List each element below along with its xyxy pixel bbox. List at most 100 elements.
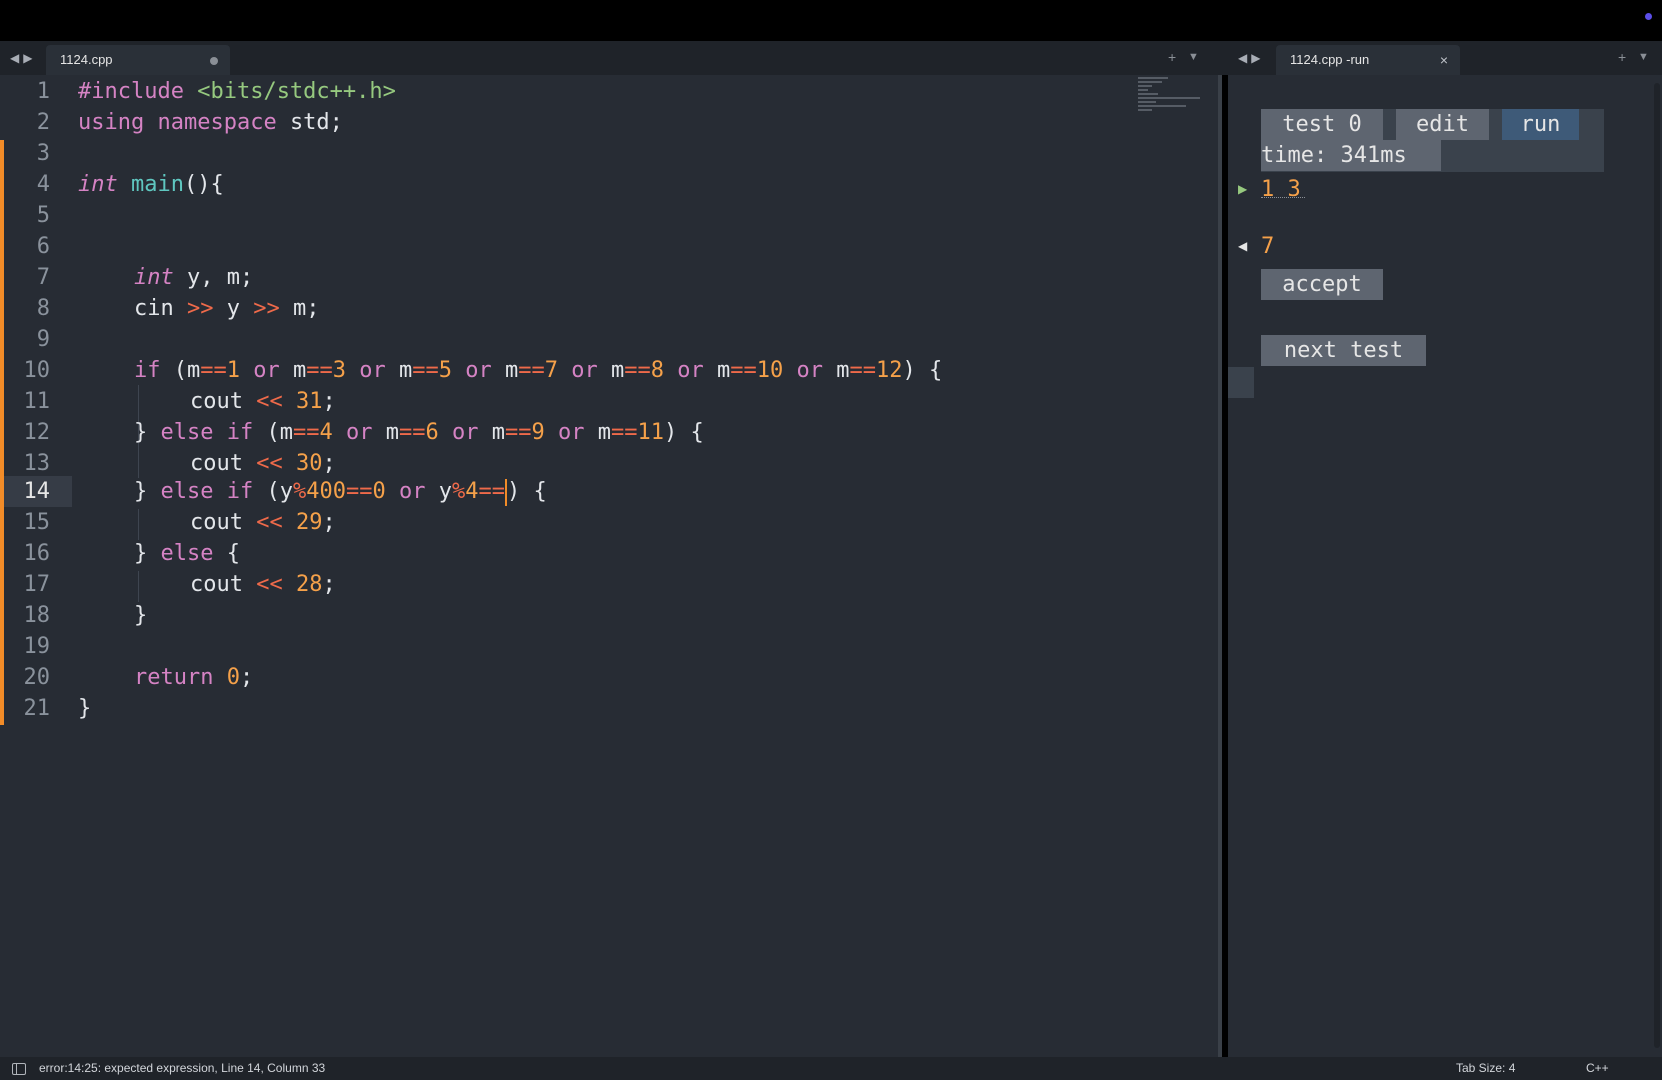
edit-button[interactable]: edit [1396,109,1489,140]
code-token: cout [190,510,257,535]
syntax-selector[interactable]: C++ [1586,1057,1609,1080]
run-tab-label: 1124.cpp -run [1290,52,1370,67]
indent-guide [138,447,139,478]
code-token: 11 [637,420,664,445]
status-message: error:14:25: expected expression, Line 1… [39,1061,326,1075]
code-token: else if [160,479,254,504]
code-editor[interactable]: 1 2 3 4 5 6 7 8 9 10 11 12 13 14 15 16 1… [0,75,1218,1057]
code-token: 6 [425,420,439,445]
line-number: 18 [23,603,51,628]
code-token: ; [322,389,336,414]
line-number-gutter: 1 2 3 4 5 6 7 8 9 10 11 12 13 14 15 16 1… [0,75,72,1057]
tab-1124-cpp[interactable]: 1124.cpp [46,45,230,75]
input-underline [1261,197,1305,198]
code-token: { [213,541,240,566]
accept-button[interactable]: accept [1261,269,1383,300]
test-input[interactable]: 1 3 [1261,174,1301,205]
run-tab-dropdown-icon[interactable]: ▼ [1638,51,1649,63]
output-arrow-icon: ◀ [1238,239,1248,253]
code-token: m [597,358,625,383]
line-number: 3 [36,141,50,166]
code-token: 0 [226,665,240,690]
code-token: 10 [756,358,784,383]
code-area[interactable]: #include <bits/stdc++.h> using namespace… [78,75,942,721]
line-number: 21 [23,696,51,721]
code-token: or [677,358,704,383]
tab-nav-arrows-icon[interactable]: ◀▶ [10,51,36,65]
code-token: or [465,358,492,383]
line-number: 8 [36,296,50,321]
tab-size-selector[interactable]: Tab Size: 4 [1456,1057,1515,1080]
tab-1124-cpp-run[interactable]: 1124.cpp -run × [1276,45,1460,75]
code-line-12: } else if (m==4 or m==6 or m==9 or m==11… [134,417,704,448]
code-token: or [345,420,373,445]
run-new-tab-plus-icon[interactable]: + [1618,49,1626,65]
sidebar-toggle-icon[interactable] [12,1063,26,1075]
test-0-button[interactable]: test 0 [1261,109,1383,140]
code-line-15: cout << 29; [190,507,336,538]
code-token: cout [190,572,257,597]
code-token: == [200,358,227,383]
code-token: m [385,358,413,383]
code-token: or [398,479,426,504]
line-number: 9 [36,327,50,352]
line-number: 4 [36,172,50,197]
line-number: 5 [36,203,50,228]
code-token: == [610,420,638,445]
minimap[interactable] [1138,77,1208,127]
code-token: 4 [319,420,333,445]
run-time: time: 341ms [1261,140,1441,171]
code-token: == [504,420,532,445]
close-icon[interactable]: × [1440,45,1448,75]
line-number: 20 [23,665,51,690]
code-token: } [134,479,161,504]
indent-guide [138,509,139,540]
code-token: 29 [295,510,323,535]
code-token: 7 [544,358,558,383]
new-tab-plus-icon[interactable]: + [1168,49,1176,65]
run-tab-nav-arrows-icon[interactable]: ◀▶ [1238,51,1264,65]
run-panel-scrollbar[interactable] [1654,83,1660,1048]
line-number: 10 [23,358,51,383]
code-token: == [624,358,651,383]
test-output: 7 [1261,234,1275,259]
code-line-4: int main(){ [78,172,224,197]
code-token: (y [253,479,293,504]
code-line-10: if (m==1 or m==3 or m==5 or m==7 or m==8… [134,355,942,386]
code-token: } [134,541,161,566]
code-token: return [134,665,214,690]
code-line-8: cin >> y >> m; [134,296,320,321]
code-line-7: int y, m; [134,265,254,290]
run-tab-bar: ◀▶ 1124.cpp -run × + ▼ [1228,41,1662,75]
code-token: or [557,420,585,445]
indent-guide [138,571,139,602]
code-line-21: } [78,696,92,721]
code-line-16: } else { [134,538,240,569]
line-number: 12 [23,420,51,445]
code-token: 3 [332,358,346,383]
run-button[interactable]: run [1502,109,1579,140]
code-token: m [279,358,307,383]
line-number: 15 [23,510,51,535]
code-line-11: cout << 31; [190,386,336,417]
next-test-button[interactable]: next test [1261,335,1426,366]
unsaved-dot-icon[interactable] [210,57,218,65]
code-token: % [292,479,307,504]
line-number-active: 14 [23,479,51,504]
code-token: m [491,358,519,383]
code-token: or [253,358,280,383]
code-token: % [451,479,466,504]
code-line-13: cout << 30; [190,448,336,479]
new-test-input[interactable] [1228,367,1254,398]
code-token: m [372,420,399,445]
pane-divider[interactable] [1218,75,1222,1057]
line-number: 1 [36,79,50,104]
code-token: (m [160,358,201,383]
tab-dropdown-icon[interactable]: ▼ [1188,51,1199,63]
